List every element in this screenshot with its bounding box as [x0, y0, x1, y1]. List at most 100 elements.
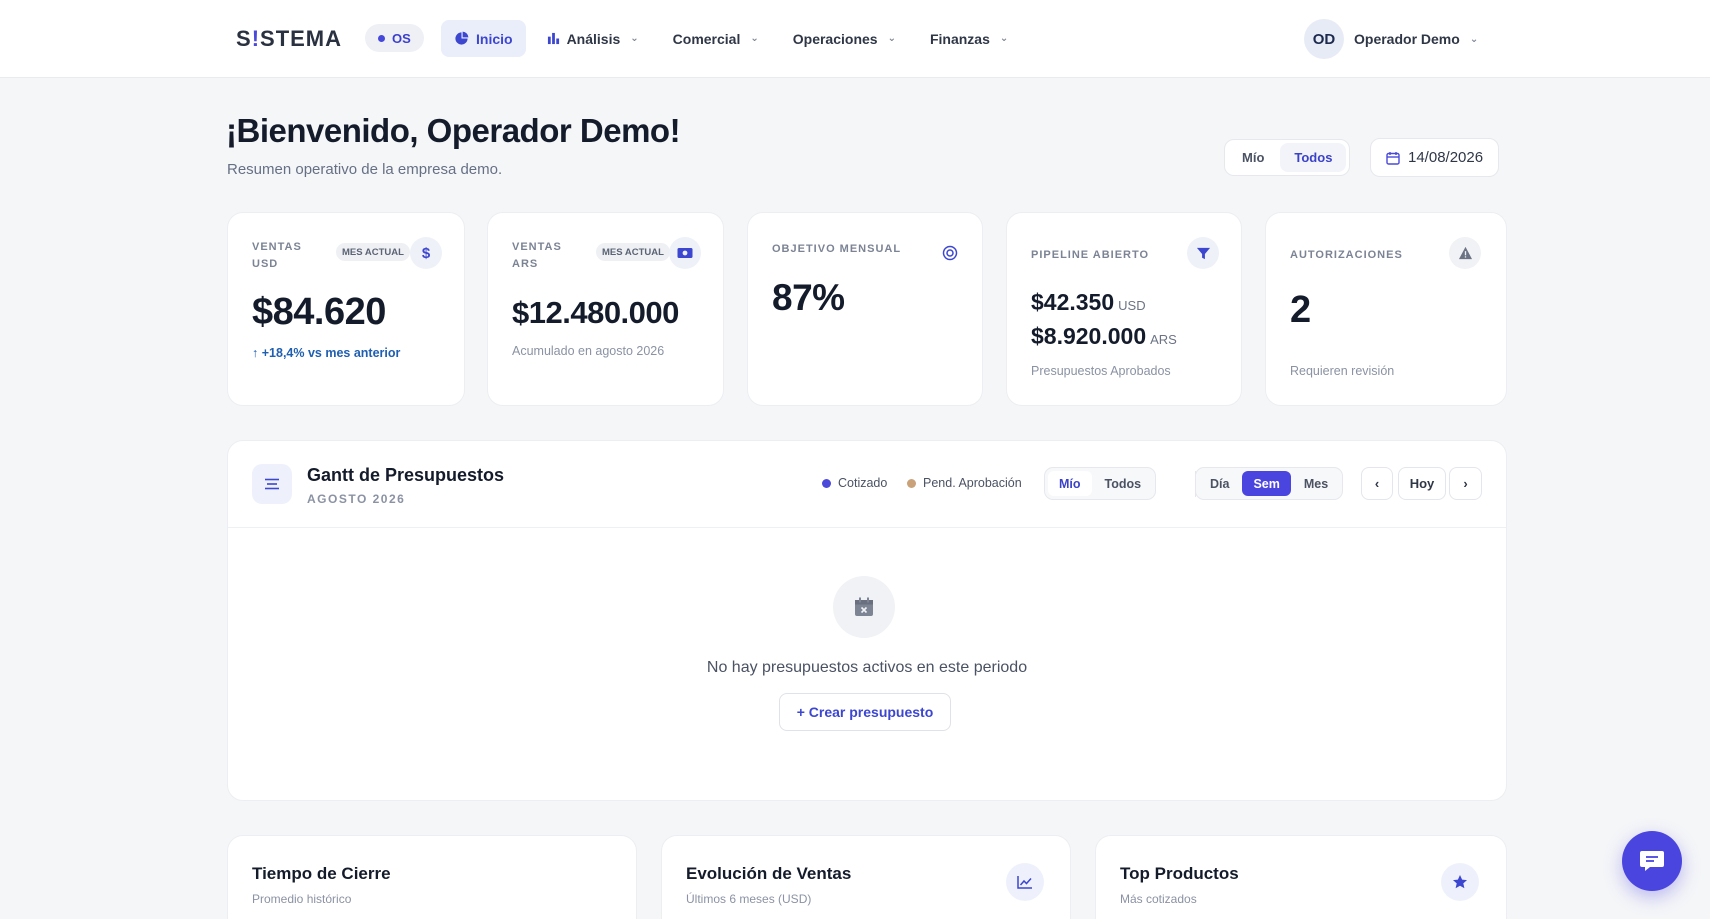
nav-finanzas[interactable]: Finanzas ⌄	[917, 20, 1021, 57]
card-subtitle: Más cotizados	[1120, 892, 1197, 906]
brand-logo[interactable]: S!STEMA	[236, 26, 342, 52]
chevron-down-icon: ⌄	[999, 33, 1009, 44]
kpi-label-line2: ARS	[512, 258, 539, 270]
nav-analisis-label: Análisis	[566, 30, 621, 47]
legend-dot	[822, 478, 831, 488]
chat-button[interactable]	[1622, 831, 1682, 891]
gantt-period: AGOSTO 2026	[307, 492, 406, 506]
nav-comercial-label: Comercial	[672, 30, 741, 47]
os-badge[interactable]: OS	[365, 24, 424, 52]
filter-icon	[1187, 237, 1219, 269]
nav-operaciones-label: Operaciones	[792, 30, 878, 47]
empty-state-text: No hay presupuestos activos en este peri…	[706, 659, 1028, 676]
user-name: Operador Demo	[1354, 31, 1460, 47]
arrow-up-icon: ↑	[252, 346, 262, 360]
kpi-footnote: Acumulado en agosto 2026	[512, 344, 665, 358]
kpi-footnote: Requieren revisión	[1290, 364, 1395, 378]
gantt-card: Gantt de Presupuestos AGOSTO 2026 Cotiza…	[227, 440, 1507, 801]
pipeline-ars: $8.920.000 ARS	[1031, 323, 1177, 350]
card-subtitle: Últimos 6 meses (USD)	[686, 892, 812, 906]
line-chart-icon	[1006, 863, 1044, 901]
legend-label: Pend. Aprobación	[923, 476, 1022, 490]
kpi-card-ventas-usd: VENTAS USD MES ACTUAL $ $84.620 ↑ +18,4% …	[227, 212, 465, 406]
os-badge-label: OS	[392, 30, 411, 46]
nav-inicio-label: Inicio	[476, 30, 513, 47]
next-period-button[interactable]: ›	[1449, 467, 1482, 500]
kpi-value: $84.620	[252, 291, 386, 333]
pipeline-usd: $42.350 USD	[1031, 289, 1146, 316]
pie-chart-icon	[455, 31, 469, 45]
warning-icon	[1449, 237, 1481, 269]
kpi-label: VENTAS USD	[252, 239, 302, 273]
page-title: ¡Bienvenido, Operador Demo!	[226, 112, 681, 149]
create-quote-button[interactable]: + Crear presupuesto	[779, 693, 951, 731]
chevron-down-icon: ⌄	[887, 33, 896, 44]
nav-inicio[interactable]: Inicio	[441, 20, 526, 57]
gantt-title: Gantt de Presupuestos	[307, 465, 505, 485]
calendar-x-icon	[833, 576, 895, 638]
legend-label: Cotizado	[838, 476, 888, 490]
cash-icon	[669, 237, 701, 269]
scope-toggle: Mío Todos	[1224, 139, 1351, 176]
today-button[interactable]: Hoy	[1398, 467, 1446, 500]
menu-lines-icon	[252, 464, 292, 504]
bar-chart-icon	[547, 32, 559, 45]
pipeline-ars-unit: ARS	[1150, 332, 1177, 347]
chevron-down-icon: ⌄	[750, 33, 759, 44]
kpi-card-objetivo: OBJETIVO MENSUAL 87%	[747, 212, 983, 406]
os-status-dot	[378, 34, 385, 42]
nav-analisis[interactable]: Análisis ⌄	[534, 20, 652, 57]
gantt-scope-todos-button[interactable]: Todos	[1094, 471, 1153, 496]
chevron-right-icon: ›	[1463, 476, 1468, 491]
kpi-value: 2	[1290, 289, 1311, 331]
scope-mio-button[interactable]: Mío	[1228, 143, 1278, 172]
card-evolucion-ventas: Evolución de Ventas Últimos 6 meses (USD…	[661, 835, 1071, 919]
kpi-footnote: Presupuestos Aprobados	[1031, 364, 1171, 378]
user-menu[interactable]: OD Operador Demo ⌄	[1304, 19, 1478, 59]
kpi-card-ventas-ars: VENTAS ARS MES ACTUAL $12.480.000 Acumula…	[487, 212, 724, 406]
card-top-productos: Top Productos Más cotizados	[1095, 835, 1507, 919]
main-nav: Inicio Análisis ⌄ Comercial ⌄ Operacione…	[441, 20, 1021, 57]
legend-cotizado: Cotizado	[822, 476, 887, 490]
view-mes-button[interactable]: Mes	[1293, 471, 1339, 496]
pipeline-usd-value: $42.350	[1031, 289, 1115, 315]
view-sem-button[interactable]: Sem	[1242, 471, 1291, 496]
gantt-view-toggle: Día Sem Mes	[1195, 467, 1344, 500]
star-icon	[1441, 863, 1479, 901]
kpi-label-line1: VENTAS	[512, 241, 562, 253]
kpi-label: VENTAS ARS	[512, 239, 562, 273]
card-title: Evolución de Ventas	[686, 864, 852, 883]
date-value: 14/08/2026	[1408, 149, 1484, 166]
card-subtitle: Promedio histórico	[252, 892, 352, 906]
pipeline-ars-value: $8.920.000	[1031, 323, 1147, 349]
chevron-down-icon: ⌄	[1469, 33, 1479, 45]
card-title: Top Productos	[1120, 864, 1239, 883]
gantt-scope-toggle: Mío Todos	[1044, 467, 1157, 500]
legend-dot	[907, 478, 916, 488]
nav-finanzas-label: Finanzas	[929, 30, 990, 47]
kpi-label: AUTORIZACIONES	[1290, 249, 1403, 261]
logo-text-prefix: S	[236, 26, 252, 51]
date-picker[interactable]: 14/08/2026	[1370, 138, 1500, 177]
logo-text-suffix: STEMA	[260, 26, 343, 51]
dollar-icon: $	[410, 237, 442, 269]
logo-text-bang: !	[251, 26, 261, 51]
view-dia-button[interactable]: Día	[1199, 471, 1240, 496]
period-badge: MES ACTUAL	[336, 243, 410, 261]
kpi-trend: ↑ +18,4% vs mes anterior	[252, 346, 400, 360]
nav-comercial[interactable]: Comercial ⌄	[660, 20, 772, 57]
kpi-card-pipeline: PIPELINE ABIERTO $42.350 USD $8.920.000 AR…	[1006, 212, 1242, 406]
kpi-trend-text: +18,4% vs mes anterior	[261, 346, 401, 360]
chat-icon	[1640, 851, 1664, 871]
calendar-icon	[1386, 151, 1400, 165]
kpi-label: OBJETIVO MENSUAL	[772, 243, 902, 255]
prev-period-button[interactable]: ‹	[1361, 467, 1393, 500]
page-subtitle: Resumen operativo de la empresa demo.	[227, 161, 503, 178]
gantt-scope-mio-button[interactable]: Mío	[1048, 471, 1092, 496]
nav-operaciones[interactable]: Operaciones ⌄	[780, 20, 909, 57]
avatar: OD	[1304, 19, 1344, 59]
card-title: Tiempo de Cierre	[252, 864, 391, 883]
target-icon	[934, 237, 966, 269]
divider	[228, 527, 1506, 528]
scope-todos-button[interactable]: Todos	[1280, 143, 1347, 172]
